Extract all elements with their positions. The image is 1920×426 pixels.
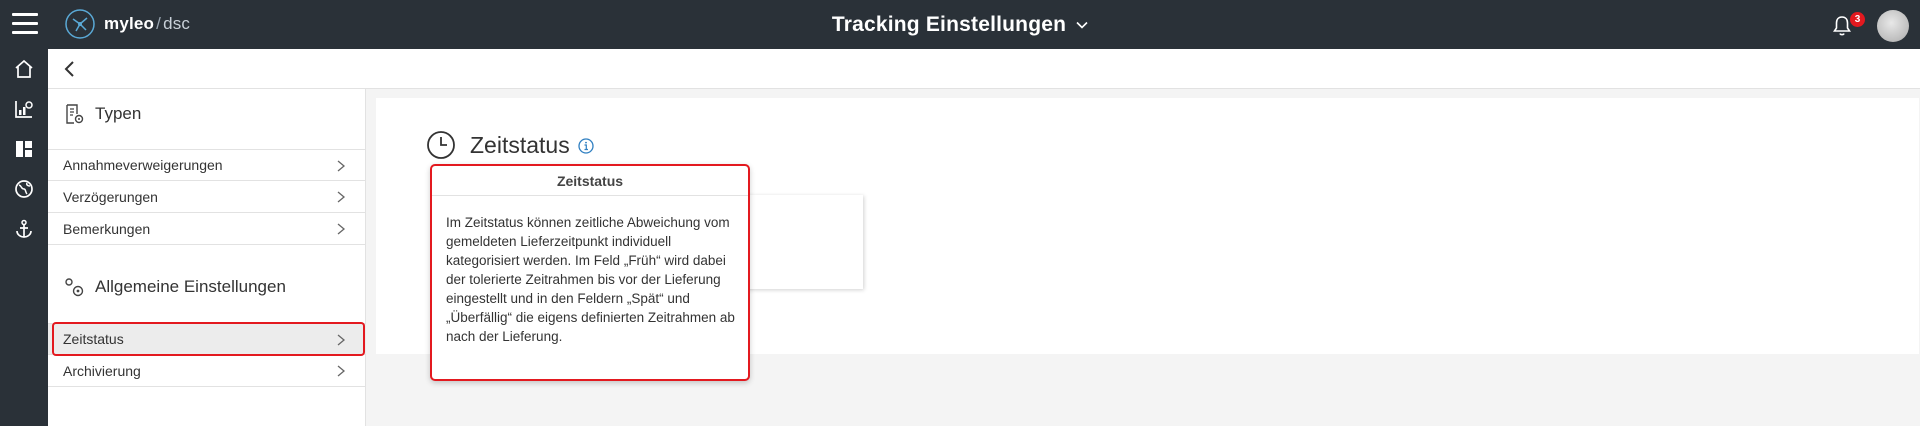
home-icon: [15, 59, 33, 78]
sidebar-item-label: Bemerkungen: [63, 220, 151, 237]
chevron-right-icon: [337, 334, 346, 346]
section-title-types: Typen: [95, 104, 142, 123]
page-title-text: Tracking Einstellungen: [831, 12, 1067, 36]
sidebar-item-label: Archivierung: [63, 362, 141, 379]
chevron-right-icon: [337, 191, 346, 203]
globe-icon: [15, 180, 33, 198]
notification-badge: 3: [1850, 12, 1865, 27]
section-title-general: Allgemeine Einstellungen: [95, 277, 286, 296]
rail-home[interactable]: [0, 49, 48, 89]
info-icon[interactable]: [578, 138, 594, 154]
tooltip-body: Im Zeitstatus können zeitliche Abweichun…: [446, 215, 735, 344]
section-header-general: Allgemeine Einstellungen: [63, 276, 286, 298]
tooltip-title: Zeitstatus: [432, 166, 748, 196]
sidebar-item-verzoegerungen[interactable]: Verzögerungen: [48, 181, 366, 213]
section-header-types: Typen: [63, 103, 141, 125]
chart-icon: [15, 101, 33, 118]
rail-analytics[interactable]: [0, 89, 48, 129]
rail-anchor[interactable]: [0, 209, 48, 249]
sidebar-item-bemerkungen[interactable]: Bemerkungen: [48, 213, 366, 245]
sidebar-item-zeitstatus[interactable]: Zeitstatus: [48, 323, 366, 355]
anchor-icon: [16, 219, 32, 238]
back-arrow-icon[interactable]: [60, 59, 80, 79]
card-title: Zeitstatus: [470, 131, 570, 158]
document-settings-icon: [66, 104, 84, 124]
page-title[interactable]: Tracking Einstellungen: [0, 0, 1920, 49]
chevron-right-icon: [337, 223, 346, 235]
info-tooltip: Zeitstatus Im Zeitstatus können zeitlich…: [430, 164, 750, 381]
rail-globe[interactable]: [0, 169, 48, 209]
chevron-right-icon: [337, 365, 346, 377]
icon-rail: [0, 49, 48, 426]
sidebar-item-label: Annahmeverweigerungen: [63, 157, 223, 173]
breadcrumb-bar: [48, 49, 1920, 89]
chevron-right-icon: [337, 160, 346, 172]
settings-sidebar: Typen Annahmeverweigerungen Verzögerunge…: [48, 89, 366, 426]
sidebar-item-label: Verzögerungen: [63, 188, 158, 205]
sidebar-item-archivierung[interactable]: Archivierung: [48, 355, 366, 387]
clock-icon: [427, 131, 455, 159]
dashboard-icon: [16, 141, 32, 157]
chevron-down-icon: [1076, 21, 1088, 29]
sidebar-item-label: Zeitstatus: [63, 331, 124, 347]
top-bar: myleo / dsc Tracking Einstellungen 3: [0, 0, 1920, 49]
card-header: Zeitstatus: [426, 130, 594, 160]
gears-icon: [65, 278, 84, 297]
sidebar-item-annahmeverweigerungen[interactable]: Annahmeverweigerungen: [48, 149, 366, 181]
rail-dashboard[interactable]: [0, 129, 48, 169]
avatar[interactable]: [1877, 10, 1909, 42]
